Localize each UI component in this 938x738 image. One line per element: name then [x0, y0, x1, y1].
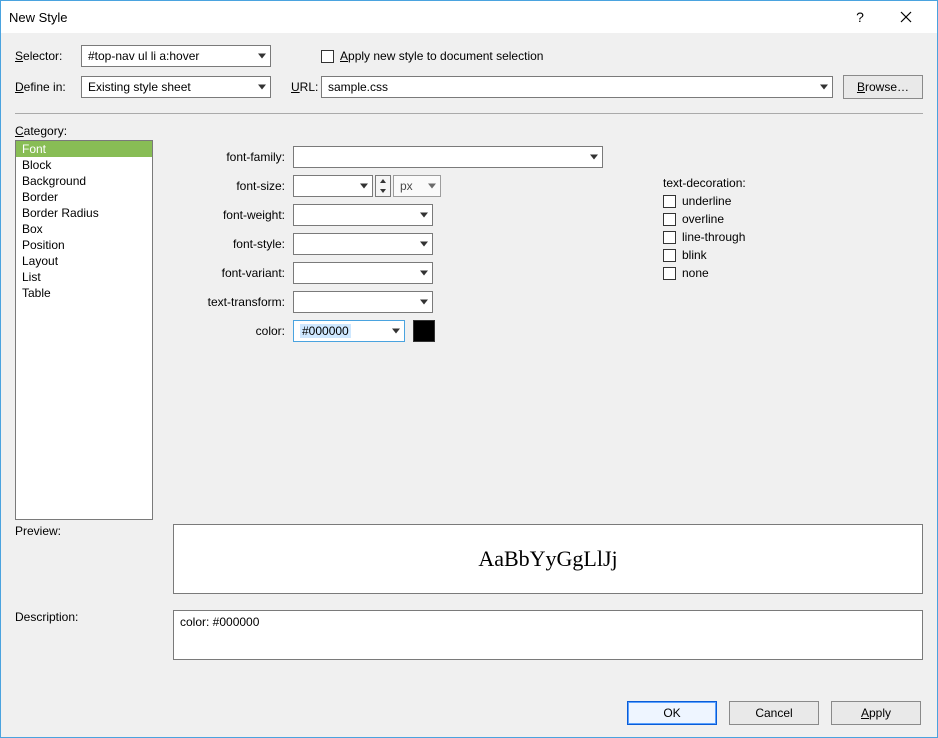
none-checkbox[interactable]: none — [663, 266, 746, 280]
category-item-layout[interactable]: Layout — [16, 253, 152, 269]
line-through-checkbox[interactable]: line-through — [663, 230, 746, 244]
selector-combobox[interactable]: #top-nav ul li a:hover — [81, 45, 271, 67]
chevron-down-icon — [820, 85, 828, 90]
window-title: New Style — [9, 10, 68, 25]
category-item-block[interactable]: Block — [16, 157, 152, 173]
text-decoration-label: text-decoration: — [663, 176, 746, 190]
color-label: color: — [173, 324, 293, 338]
definein-value: Existing style sheet — [88, 80, 191, 94]
checkbox-box — [321, 50, 334, 63]
category-list[interactable]: Font Block Background Border Border Radi… — [15, 140, 153, 520]
font-size-label: font-size: — [173, 179, 293, 193]
color-combobox[interactable]: #000000 — [293, 320, 405, 342]
font-variant-label: font-variant: — [173, 266, 293, 280]
category-item-font[interactable]: Font — [16, 141, 152, 157]
apply-to-selection-checkbox[interactable]: Apply new style to document selection — [321, 49, 543, 63]
close-icon — [900, 11, 912, 23]
new-style-dialog: New Style ? Selector: #top-nav ul li a:h… — [0, 0, 938, 738]
chevron-down-icon — [428, 184, 436, 189]
font-style-combobox[interactable] — [293, 233, 433, 255]
apply-button[interactable]: Apply — [831, 701, 921, 725]
category-item-position[interactable]: Position — [16, 237, 152, 253]
chevron-down-icon — [392, 329, 400, 334]
browse-button[interactable]: Browse… — [843, 75, 923, 99]
overline-checkbox[interactable]: overline — [663, 212, 746, 226]
url-combobox[interactable]: sample.css — [321, 76, 833, 98]
chevron-down-icon — [420, 300, 428, 305]
category-item-background[interactable]: Background — [16, 173, 152, 189]
color-value: #000000 — [300, 324, 351, 338]
font-weight-label: font-weight: — [173, 208, 293, 222]
category-item-table[interactable]: Table — [16, 285, 152, 301]
preview-label: Preview: — [15, 524, 153, 538]
category-item-border[interactable]: Border — [16, 189, 152, 205]
description-box: color: #000000 — [173, 610, 923, 660]
cancel-button[interactable]: Cancel — [729, 701, 819, 725]
chevron-down-icon — [258, 54, 266, 59]
font-variant-combobox[interactable] — [293, 262, 433, 284]
chevron-down-icon — [420, 271, 428, 276]
text-transform-label: text-transform: — [173, 295, 293, 309]
font-size-spinner[interactable] — [375, 175, 391, 197]
category-item-box[interactable]: Box — [16, 221, 152, 237]
font-panel: font-family: font-size: px — [173, 140, 923, 520]
definein-label: Define in: — [15, 80, 81, 94]
apply-to-selection-label: Apply new style to document selection — [340, 49, 543, 63]
blink-checkbox[interactable]: blink — [663, 248, 746, 262]
font-size-combobox[interactable] — [293, 175, 373, 197]
separator — [15, 113, 923, 114]
font-weight-combobox[interactable] — [293, 204, 433, 226]
close-button[interactable] — [883, 1, 929, 33]
button-row: OK Cancel Apply — [1, 689, 937, 737]
url-label: URL: — [291, 80, 321, 94]
description-label: Description: — [15, 610, 153, 624]
chevron-down-icon — [590, 155, 598, 160]
definein-combobox[interactable]: Existing style sheet — [81, 76, 271, 98]
color-swatch[interactable] — [413, 320, 435, 342]
ok-button[interactable]: OK — [627, 701, 717, 725]
underline-checkbox[interactable]: underline — [663, 194, 746, 208]
category-item-list[interactable]: List — [16, 269, 152, 285]
category-label: Category: — [15, 124, 923, 138]
text-decoration-group: text-decoration: underline overline line… — [663, 176, 746, 284]
text-transform-combobox[interactable] — [293, 291, 433, 313]
font-size-unit-combobox[interactable]: px — [393, 175, 441, 197]
selector-label: Selector: — [15, 49, 81, 63]
font-family-combobox[interactable] — [293, 146, 603, 168]
category-item-border-radius[interactable]: Border Radius — [16, 205, 152, 221]
chevron-down-icon — [420, 213, 428, 218]
description-text: color: #000000 — [180, 615, 259, 629]
selector-value: #top-nav ul li a:hover — [88, 49, 199, 63]
chevron-down-icon — [258, 85, 266, 90]
url-value: sample.css — [328, 80, 388, 94]
preview-sample: AaBbYyGgLlJj — [478, 546, 617, 572]
preview-box: AaBbYyGgLlJj — [173, 524, 923, 594]
help-button[interactable]: ? — [837, 1, 883, 33]
font-family-label: font-family: — [173, 150, 293, 164]
chevron-down-icon — [360, 184, 368, 189]
title-bar: New Style ? — [1, 1, 937, 33]
chevron-down-icon — [420, 242, 428, 247]
font-style-label: font-style: — [173, 237, 293, 251]
